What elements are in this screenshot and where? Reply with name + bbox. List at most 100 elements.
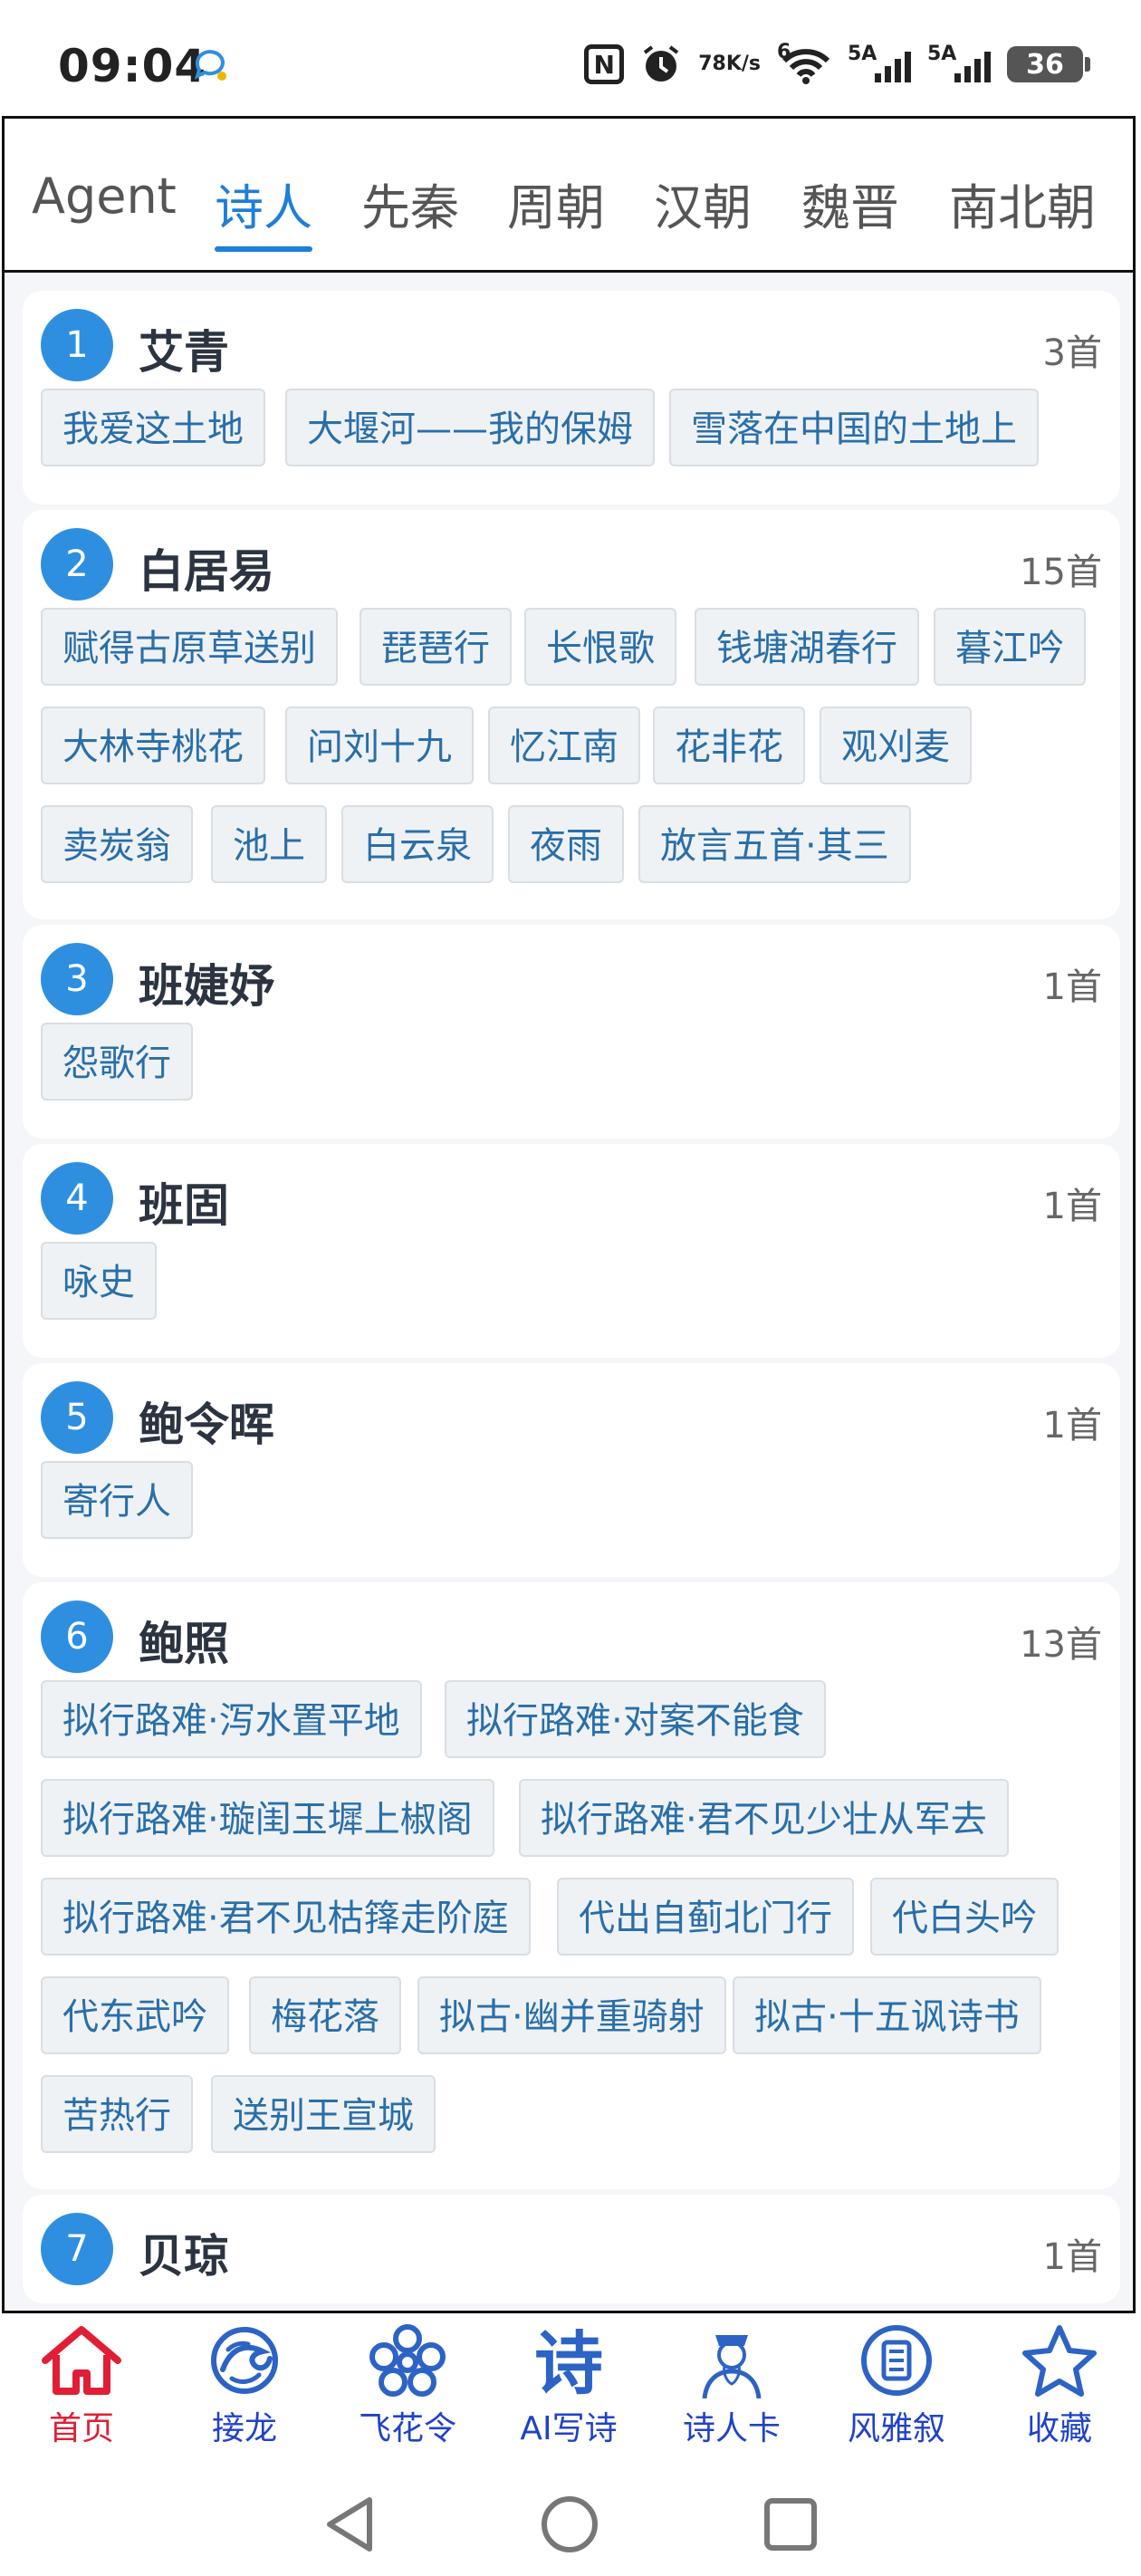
poem-count: 1首 [1042,966,1102,1008]
rank-badge: 2 [41,528,113,601]
nav-home[interactable]: 首页 [9,2322,154,2449]
poem-chip[interactable]: 大堰河——我的保姆 [285,389,655,466]
poem-chip[interactable]: 代东武吟 [41,1976,229,2054]
poem-chip[interactable]: 我爱这土地 [41,389,265,466]
poet-card[interactable]: 6 鲍照 13首 拟行路难·泻水置平地 拟行路难·对案不能食 拟行路难·璇闺玉墀… [23,1582,1120,2189]
status-icons: N 78 K/s 6 5A 5A 36 [584,41,1090,87]
poet-card[interactable]: 3 班婕妤 1首 怨歌行 [23,925,1120,1139]
wifi-icon: 6 [777,41,831,84]
poet-card-header: 4 班固 1首 [41,1162,1102,1235]
poem-chip[interactable]: 放言五首·其三 [638,805,911,883]
poem-chip[interactable]: 拟行路难·璇闺玉墀上椒阁 [41,1779,494,1857]
battery-indicator: 36 [1007,46,1090,82]
poet-card-header: 7 贝琼 1首 [41,2213,1102,2285]
system-navigation-bar [0,2476,1141,2576]
nfc-icon: N [584,44,625,84]
nav-favorites[interactable]: 收藏 [987,2322,1132,2449]
poem-chip[interactable]: 拟古·幽并重骑射 [417,1976,726,2054]
sim2-signal-icon: 5A [927,43,991,84]
poem-chip[interactable]: 拟行路难·君不见枯箨走阶庭 [41,1878,531,1956]
poet-name[interactable]: 班婕妤 [139,950,274,1015]
poem-chip[interactable]: 咏史 [41,1242,157,1320]
poet-name[interactable]: 鲍令晖 [139,1389,274,1454]
poem-chip[interactable]: 花非花 [653,706,805,784]
sim1-signal-icon: 5A [848,43,911,84]
poem-chip[interactable]: 赋得古原草送别 [41,608,338,686]
poet-card[interactable]: 5 鲍令晖 1首 寄行人 [23,1363,1120,1577]
poet-portrait-icon [702,2335,762,2398]
svg-text:诗: 诗 [534,2323,603,2398]
poet-card[interactable]: 1 艾青 3首 我爱这土地 大堰河——我的保姆 雪落在中国的土地上 [23,291,1120,505]
poem-chip[interactable]: 钱塘湖春行 [695,608,919,686]
flower-icon [369,2324,446,2397]
poem-chip[interactable]: 忆江南 [488,706,640,784]
tab-xianqin[interactable]: 先秦 [361,168,459,239]
tab-agent[interactable]: Agent [32,168,177,225]
dragon-icon [211,2327,278,2394]
rank-badge: 6 [41,1600,113,1673]
poet-name[interactable]: 艾青 [139,316,229,381]
nav-fengyaxu[interactable]: 风雅叙 [824,2322,969,2449]
star-icon [1022,2325,1097,2397]
rank-badge: 4 [41,1162,113,1235]
poet-card-header: 1 艾青 3首 [41,309,1102,381]
poet-name[interactable]: 白居易 [139,535,274,601]
poem-chip[interactable]: 夜雨 [508,805,624,883]
network-speed: 78 K/s [698,53,761,75]
poem-chip[interactable]: 白云泉 [341,805,494,883]
poem-chip[interactable]: 代白头吟 [870,1878,1059,1956]
nav-feihualing[interactable]: 飞花令 [335,2322,480,2449]
tab-han[interactable]: 汉朝 [654,168,752,239]
poem-chip[interactable]: 拟古·十五讽诗书 [733,1976,1041,2054]
poet-card[interactable]: 7 贝琼 1首 [23,2195,1120,2303]
poem-chip[interactable]: 代出自蓟北门行 [557,1878,854,1956]
poem-chip[interactable]: 怨歌行 [41,1023,193,1101]
rank-badge: 7 [41,2213,113,2285]
tab-zhou[interactable]: 周朝 [507,168,605,239]
alarm-icon [643,45,679,82]
rank-badge: 3 [41,943,113,1015]
nav-jielong[interactable]: 接龙 [172,2322,317,2449]
poem-chip[interactable]: 拟行路难·泻水置平地 [41,1680,422,1758]
poem-chip[interactable]: 暮江吟 [934,608,1086,686]
poet-card-header: 5 鲍令晖 1首 [41,1381,1102,1454]
poem-chip[interactable]: 大林寺桃花 [41,706,265,784]
tab-poets[interactable]: 诗人 [215,168,312,252]
poet-name[interactable]: 鲍照 [139,1608,229,1673]
poem-character-icon: 诗 [534,2323,603,2398]
poem-chip[interactable]: 拟行路难·君不见少壮从军去 [519,1779,1009,1857]
bottom-navigation: 首页 接龙 飞花令 诗 AI写诗 诗人卡 风雅叙 收藏 [0,2313,1141,2476]
poem-chip[interactable]: 卖炭翁 [41,805,193,883]
poem-count: 13首 [1020,1624,1102,1666]
nav-ai-poem[interactable]: 诗 AI写诗 [496,2322,641,2449]
poet-name[interactable]: 班固 [139,1169,229,1235]
poem-chip[interactable]: 拟行路难·对案不能食 [445,1680,826,1758]
poem-chip[interactable]: 寄行人 [41,1461,193,1539]
home-circle-icon[interactable] [540,2494,599,2554]
clock: 09:04 [58,40,207,92]
poet-card[interactable]: 4 班固 1首 咏史 [23,1144,1120,1358]
scroll-icon [861,2325,932,2396]
poem-chip[interactable]: 苦热行 [41,2075,193,2153]
poem-chip[interactable]: 观刈麦 [820,706,972,784]
tab-weijin[interactable]: 魏晋 [801,168,899,239]
poem-count: 1首 [1042,1186,1102,1227]
poet-card[interactable]: 2 白居易 15首 赋得古原草送别 琵琶行 长恨歌 钱塘湖春行 暮江吟 大林寺桃… [23,510,1120,919]
poem-chip[interactable]: 雪落在中国的土地上 [669,389,1039,466]
poem-count: 1首 [1042,2236,1102,2278]
poet-name[interactable]: 贝琼 [139,2220,229,2285]
nav-poet-card[interactable]: 诗人卡 [659,2322,804,2449]
poem-chip[interactable]: 琵琶行 [360,608,512,686]
status-bar: 09:04 N 78 K/s 6 5A 5A 36 [0,0,1141,116]
poem-chip[interactable]: 送别王宣城 [211,2075,436,2153]
poem-chip[interactable]: 梅花落 [249,1976,401,2054]
back-icon[interactable] [322,2494,377,2554]
recent-apps-icon[interactable] [762,2496,819,2552]
poem-count: 3首 [1042,332,1102,374]
tab-nanbei[interactable]: 南北朝 [949,168,1096,239]
poem-chip[interactable]: 池上 [211,805,327,883]
poem-chip[interactable]: 长恨歌 [524,608,676,686]
chat-bubble-icon [194,50,226,81]
poem-chip[interactable]: 问刘十九 [285,706,474,784]
poem-count: 1首 [1042,1405,1102,1447]
